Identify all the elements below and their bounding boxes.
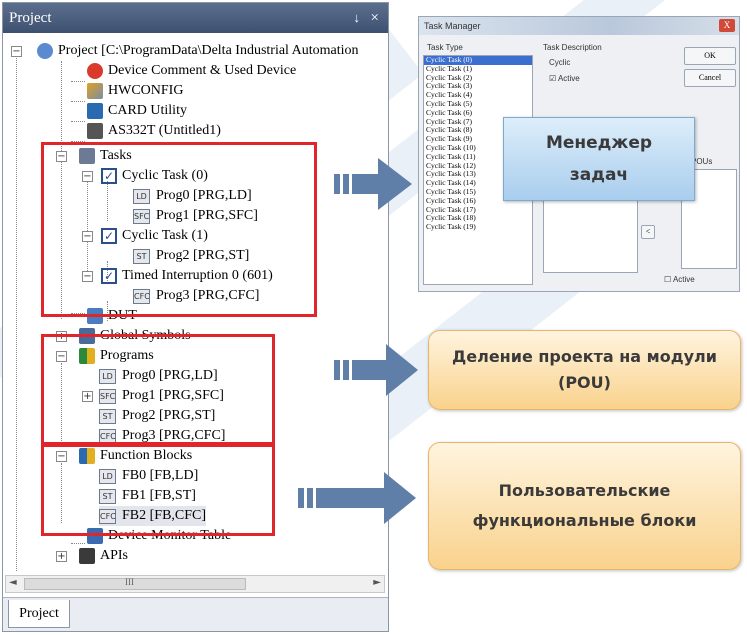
- pin-icon[interactable]: ↓: [354, 3, 361, 33]
- tree-item-label: HWCONFIG: [108, 83, 184, 98]
- highlight-function-blocks: [41, 444, 275, 536]
- panel-title: Project: [9, 10, 52, 26]
- scroll-grip: III: [125, 577, 134, 587]
- tree-item-device-comment[interactable]: Device Comment & Used Device: [87, 61, 296, 81]
- tree-item-hwconfig[interactable]: HWCONFIG: [87, 81, 183, 101]
- panel-title-bar: Project ↓ ×: [3, 3, 388, 33]
- tree-item-card-utility[interactable]: CARD Utility: [87, 101, 187, 121]
- tree-item-apis[interactable]: APIs: [79, 546, 128, 566]
- hwconfig-icon: [87, 83, 103, 99]
- callout-pou: Деление проекта на модули (POU): [428, 330, 741, 410]
- task-type-label: Task Type: [427, 43, 463, 52]
- apis-toggle[interactable]: +: [56, 551, 67, 562]
- scroll-left-icon[interactable]: ◄: [9, 577, 17, 588]
- root-collapse-toggle[interactable]: −: [11, 46, 22, 57]
- scroll-thumb[interactable]: III: [24, 577, 246, 590]
- ok-button[interactable]: OK: [684, 47, 736, 65]
- tree-item-label: CARD Utility: [108, 103, 187, 118]
- scroll-right-icon[interactable]: ►: [373, 577, 381, 588]
- bottom-active-checkbox[interactable]: ☐ Active: [664, 275, 695, 284]
- panel-tab-bar: Project: [3, 597, 388, 631]
- tree-item-label: APIs: [100, 548, 129, 563]
- highlight-programs: [41, 334, 275, 445]
- cancel-button[interactable]: Cancel: [684, 69, 736, 87]
- arrow-to-task-manager: [334, 158, 412, 210]
- tab-project[interactable]: Project: [8, 600, 70, 628]
- tree-item-label: Device Comment & Used Device: [108, 63, 297, 78]
- description-value: Cyclic: [549, 58, 571, 67]
- highlight-tasks: [41, 142, 317, 317]
- close-icon[interactable]: ×: [371, 3, 379, 33]
- dialog-title: Task Manager: [419, 17, 739, 35]
- device-comment-icon: [87, 63, 103, 79]
- task-list-item[interactable]: Cyclic Task (19): [424, 222, 532, 232]
- arrow-to-pou-callout: [334, 344, 418, 396]
- tree-item-label: AS332T (Untitled1): [108, 123, 221, 138]
- assigned-pous-list[interactable]: [543, 197, 638, 273]
- tree-item-plc[interactable]: AS332T (Untitled1): [87, 121, 221, 141]
- plc-icon: [87, 123, 103, 139]
- move-left-button[interactable]: <: [641, 225, 655, 239]
- horizontal-scrollbar[interactable]: ◄ III ►: [5, 575, 385, 593]
- project-gear-icon: [37, 43, 53, 59]
- active-checkbox[interactable]: ☑ Active: [549, 74, 580, 83]
- callout-task-manager: Менеджер задач: [503, 117, 695, 201]
- callout-function-blocks: Пользовательские функциональные блоки: [428, 442, 741, 570]
- tree-root-project[interactable]: Project [C:\ProgramData\Delta Industrial…: [37, 41, 359, 61]
- card-utility-icon: [87, 103, 103, 119]
- arrow-to-fb-callout: [298, 472, 416, 524]
- dialog-close-button[interactable]: X: [719, 19, 735, 32]
- apis-icon: [79, 548, 95, 564]
- project-panel: Project ↓ × − Project [C:\ProgramData\De…: [2, 2, 389, 632]
- task-description-label: Task Description: [543, 43, 602, 52]
- tree-root-label: Project [C:\ProgramData\Delta Industrial…: [58, 43, 359, 58]
